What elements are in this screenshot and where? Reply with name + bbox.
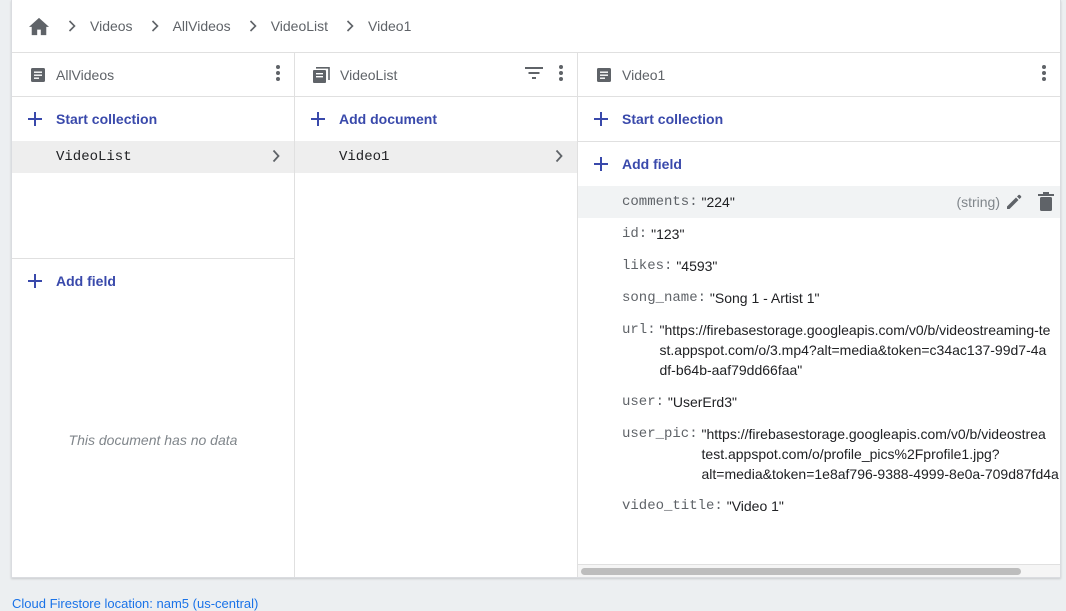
field-value: "4593": [676, 258, 718, 274]
add-document-button[interactable]: Add document: [295, 97, 577, 141]
more-vert-icon[interactable]: [276, 65, 280, 84]
field-key: likes:: [622, 258, 673, 274]
field-row-id[interactable]: id: "123": [578, 218, 1060, 250]
field-value: "https://firebasestorage.googleapis.com/…: [702, 424, 1059, 484]
field-value: "Song 1 - Artist 1": [709, 290, 820, 306]
panel-title: Video1: [622, 66, 666, 83]
field-value: "123": [651, 226, 685, 242]
more-vert-icon[interactable]: [559, 65, 563, 84]
document-icon: [30, 67, 46, 83]
start-collection-button[interactable]: Start collection: [578, 97, 1060, 141]
field-row-user[interactable]: user: "UserErd3": [578, 386, 1060, 418]
field-value: "https://firebasestorage.googleapis.com/…: [659, 322, 1051, 378]
field-key: url:: [622, 322, 656, 338]
filter-icon[interactable]: [525, 66, 543, 83]
field-row-user-pic[interactable]: user_pic: "https://firebasestorage.googl…: [578, 418, 1060, 490]
breadcrumb-item-allvideos[interactable]: AllVideos: [173, 18, 231, 34]
field-key: user:: [622, 394, 665, 410]
start-collection-button[interactable]: Start collection: [12, 97, 294, 141]
field-value-line: alt=media&token=1e8af796-9388-4999-8e0a-…: [701, 466, 1059, 482]
panel-title: VideoList: [340, 66, 398, 83]
chevron-right-icon: [249, 20, 257, 32]
start-collection-label: Start collection: [622, 111, 724, 127]
empty-state-text: This document has no data: [68, 432, 238, 448]
field-value-line: "https://firebasestorage.googleapis.com/…: [701, 426, 1046, 442]
field-key: comments:: [622, 194, 698, 210]
plus-icon: [594, 157, 608, 171]
panel-collection-videolist: VideoList Add document Video1: [295, 53, 578, 577]
add-field-button[interactable]: Add field: [12, 259, 294, 303]
field-value: "224": [701, 194, 735, 210]
field-row-likes[interactable]: likes: "4593": [578, 250, 1060, 282]
horizontal-scrollbar[interactable]: [578, 564, 1060, 577]
panel-header: VideoList: [295, 53, 577, 97]
field-key: id:: [622, 226, 648, 242]
list-item[interactable]: Video1: [295, 141, 577, 173]
field-key: user_pic:: [622, 426, 698, 442]
scrollbar-thumb[interactable]: [581, 568, 1021, 575]
firestore-location-link[interactable]: Cloud Firestore location: nam5 (us-centr…: [12, 596, 258, 611]
chevron-right-icon: [151, 20, 159, 32]
chevron-right-icon: [555, 149, 563, 168]
field-row-video-title[interactable]: video_title: "Video 1": [578, 490, 1060, 522]
add-field-button[interactable]: Add field: [578, 142, 1060, 186]
breadcrumb-item-video1[interactable]: Video1: [368, 18, 411, 34]
more-vert-icon[interactable]: [1042, 65, 1046, 84]
list-item-label: Video1: [339, 149, 390, 165]
field-key: video_title:: [622, 498, 723, 514]
panel-title: AllVideos: [56, 66, 115, 83]
chevron-right-icon: [346, 20, 354, 32]
add-field-label: Add field: [622, 156, 682, 172]
document-icon: [596, 67, 612, 83]
panel-header: Video1: [578, 53, 1060, 97]
start-collection-label: Start collection: [56, 111, 158, 127]
home-icon[interactable]: [28, 15, 50, 37]
add-field-label: Add field: [56, 273, 116, 289]
panel-header: AllVideos: [12, 53, 294, 97]
edit-icon[interactable]: [1004, 192, 1024, 217]
collection-icon: [313, 66, 330, 83]
field-value: "UserErd3": [667, 394, 737, 410]
field-row-url[interactable]: url: "https://firebasestorage.googleapis…: [578, 314, 1060, 386]
field-type: (string): [956, 194, 1000, 210]
delete-icon[interactable]: [1038, 192, 1054, 217]
field-key: song_name:: [622, 290, 707, 306]
list-item-label: VideoList: [56, 149, 132, 165]
breadcrumb-item-videos[interactable]: Videos: [90, 18, 133, 34]
add-document-label: Add document: [339, 111, 437, 127]
plus-icon: [28, 112, 42, 126]
panel-document-video1: Video1 Start collection Add field commen…: [578, 53, 1060, 577]
plus-icon: [311, 112, 325, 126]
chevron-right-icon: [272, 149, 280, 168]
field-row-comments[interactable]: comments: "224" (string): [578, 186, 1060, 218]
plus-icon: [28, 274, 42, 288]
breadcrumb-item-videolist[interactable]: VideoList: [271, 18, 328, 34]
chevron-right-icon: [68, 20, 76, 32]
field-value-line: test.appspot.com/o/profile_pics%2Fprofil…: [701, 446, 1000, 462]
panel-document-allvideos: AllVideos Start collection VideoList Add: [12, 53, 295, 577]
plus-icon: [594, 112, 608, 126]
field-value: "Video 1": [726, 498, 784, 514]
breadcrumb: Videos AllVideos VideoList Video1: [12, 0, 1060, 53]
field-row-song-name[interactable]: song_name: "Song 1 - Artist 1": [578, 282, 1060, 314]
list-item[interactable]: VideoList: [12, 141, 294, 173]
firestore-data-viewer: Videos AllVideos VideoList Video1 AllVid…: [11, 0, 1061, 578]
